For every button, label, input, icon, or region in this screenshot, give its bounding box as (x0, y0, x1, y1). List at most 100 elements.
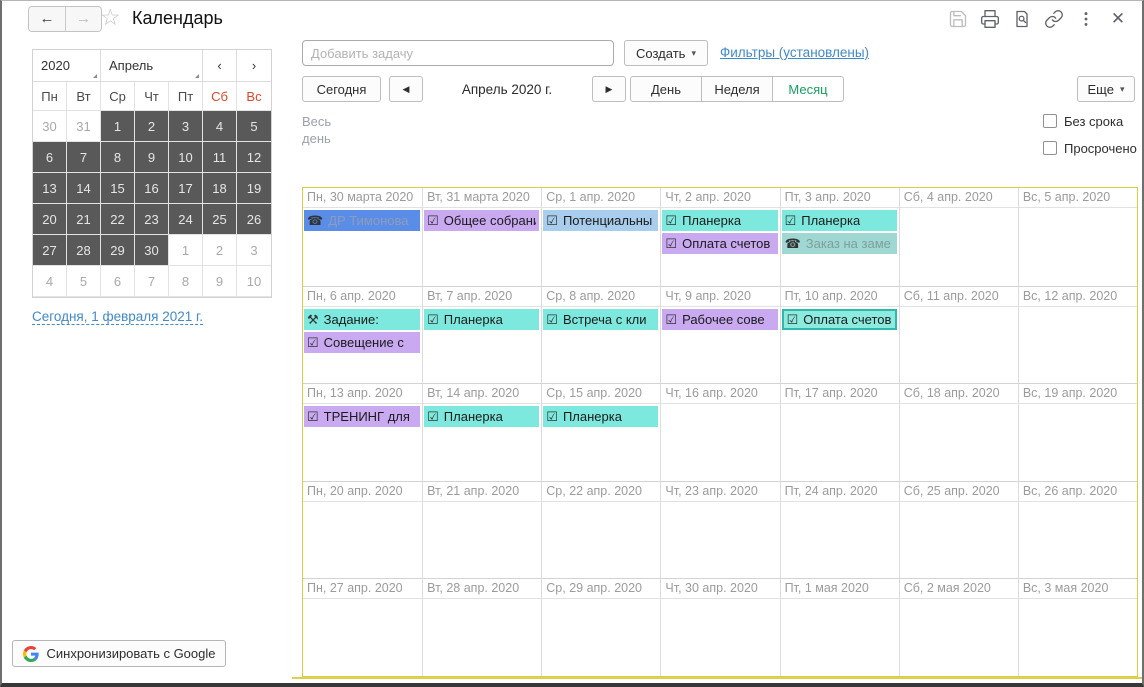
calendar-day-cell[interactable]: Сб, 18 апр. 2020 (899, 383, 1018, 481)
mini-day-cell[interactable]: 7 (135, 266, 169, 297)
event-item[interactable]: ☎ДР Тимонова (304, 210, 420, 231)
event-item[interactable]: ☑Рабочее сове (662, 309, 777, 330)
mini-day-cell[interactable]: 28 (67, 235, 101, 266)
mini-day-cell[interactable]: 10 (169, 142, 203, 173)
prev-period-button[interactable]: ◀ (389, 76, 423, 102)
mini-day-cell[interactable]: 20 (33, 204, 67, 235)
view-day-button[interactable]: День (630, 76, 702, 102)
event-item[interactable]: ☑Планерка (424, 309, 539, 330)
mini-day-cell[interactable]: 17 (169, 173, 203, 204)
calendar-day-cell[interactable]: Пн, 13 апр. 2020☑ТРЕНИНГ для (303, 383, 422, 481)
calendar-day-cell[interactable]: Чт, 9 апр. 2020☑Рабочее сове (660, 286, 779, 384)
forward-button[interactable]: → (65, 7, 101, 31)
calendar-day-cell[interactable]: Вс, 5 апр. 2020 (1018, 188, 1137, 286)
calendar-day-cell[interactable]: Вт, 21 апр. 2020 (422, 481, 541, 579)
event-item[interactable]: ☑Планерка (782, 210, 897, 231)
calendar-day-cell[interactable]: Ср, 22 апр. 2020 (541, 481, 660, 579)
checkbox-overdue[interactable]: Просрочено (1043, 138, 1137, 158)
create-button[interactable]: Создать ▾ (624, 40, 708, 66)
calendar-day-cell[interactable]: Вс, 12 апр. 2020 (1018, 286, 1137, 384)
back-button[interactable]: ← (29, 7, 65, 31)
calendar-day-cell[interactable]: Вс, 26 апр. 2020 (1018, 481, 1137, 579)
mini-day-cell[interactable]: 3 (169, 111, 203, 142)
event-item[interactable]: ☑Совещение с (304, 332, 420, 353)
calendar-day-cell[interactable]: Сб, 25 апр. 2020 (899, 481, 1018, 579)
calendar-day-cell[interactable]: Вс, 19 апр. 2020 (1018, 383, 1137, 481)
calendar-day-cell[interactable]: Пн, 6 апр. 2020⚒Задание:☑Совещение с (303, 286, 422, 384)
save-icon[interactable] (946, 7, 970, 31)
mini-day-cell[interactable]: 16 (135, 173, 169, 204)
event-item[interactable]: ☑Оплата счетов (782, 309, 897, 330)
event-item[interactable]: ☑Встреча с кли (543, 309, 658, 330)
checkbox-icon[interactable] (1043, 141, 1057, 155)
event-item[interactable]: ☎Заказ на заме (782, 233, 897, 254)
calendar-day-cell[interactable]: Сб, 11 апр. 2020 (899, 286, 1018, 384)
mini-day-cell[interactable]: 15 (101, 173, 135, 204)
calendar-day-cell[interactable]: Вт, 7 апр. 2020☑Планерка (422, 286, 541, 384)
event-item[interactable]: ☑Планерка (424, 406, 539, 427)
mini-day-cell[interactable]: 27 (33, 235, 67, 266)
mini-day-cell[interactable]: 3 (237, 235, 271, 266)
calendar-day-cell[interactable]: Сб, 2 мая 2020 (899, 578, 1018, 676)
mini-day-cell[interactable]: 10 (237, 266, 271, 297)
event-item[interactable]: ☑Общее собрание (424, 210, 539, 231)
mini-day-cell[interactable]: 4 (203, 111, 237, 142)
view-month-button[interactable]: Месяц (772, 76, 844, 102)
calendar-day-cell[interactable]: Ср, 8 апр. 2020☑Встреча с кли (541, 286, 660, 384)
mini-day-cell[interactable]: 4 (33, 266, 67, 297)
mini-day-cell[interactable]: 30 (135, 235, 169, 266)
calendar-day-cell[interactable]: Сб, 4 апр. 2020 (899, 188, 1018, 286)
calendar-day-cell[interactable]: Чт, 23 апр. 2020 (660, 481, 779, 579)
calendar-day-cell[interactable]: Пт, 24 апр. 2020 (780, 481, 899, 579)
mini-day-cell[interactable]: 31 (67, 111, 101, 142)
mini-day-cell[interactable]: 23 (135, 204, 169, 235)
mini-day-cell[interactable]: 9 (135, 142, 169, 173)
calendar-day-cell[interactable]: Вт, 14 апр. 2020☑Планерка (422, 383, 541, 481)
calendar-day-cell[interactable]: Пн, 27 апр. 2020 (303, 578, 422, 676)
add-task-input[interactable] (302, 40, 614, 66)
calendar-day-cell[interactable]: Пн, 20 апр. 2020 (303, 481, 422, 579)
mini-day-cell[interactable]: 21 (67, 204, 101, 235)
more-dots-icon[interactable] (1074, 7, 1098, 31)
mini-day-cell[interactable]: 8 (101, 142, 135, 173)
event-item[interactable]: ☑Планерка (543, 406, 658, 427)
calendar-day-cell[interactable]: Пт, 10 апр. 2020☑Оплата счетов (780, 286, 899, 384)
calendar-day-cell[interactable]: Вт, 28 апр. 2020 (422, 578, 541, 676)
mini-day-cell[interactable]: 12 (237, 142, 271, 173)
next-period-button[interactable]: ▶ (592, 76, 626, 102)
calendar-day-cell[interactable]: Ср, 29 апр. 2020 (541, 578, 660, 676)
event-item[interactable]: ☑Оплата счетов (662, 233, 777, 254)
calendar-day-cell[interactable]: Ср, 1 апр. 2020☑Потенциальны (541, 188, 660, 286)
checkbox-no-deadline[interactable]: Без срока (1043, 111, 1137, 131)
calendar-day-cell[interactable]: Пт, 3 апр. 2020☑Планерка☎Заказ на заме (780, 188, 899, 286)
mini-day-cell[interactable]: 14 (67, 173, 101, 204)
mini-day-cell[interactable]: 19 (237, 173, 271, 204)
mini-day-cell[interactable]: 8 (169, 266, 203, 297)
today-date-link[interactable]: Сегодня, 1 февраля 2021 г. (32, 309, 203, 325)
preview-icon[interactable] (1010, 7, 1034, 31)
calendar-day-cell[interactable]: Вт, 31 марта 2020☑Общее собрание (422, 188, 541, 286)
mini-day-cell[interactable]: 1 (101, 111, 135, 142)
month-select[interactable]: Апрель (101, 50, 203, 82)
mini-day-cell[interactable]: 18 (203, 173, 237, 204)
view-week-button[interactable]: Неделя (701, 76, 773, 102)
calendar-day-cell[interactable]: Вс, 3 мая 2020 (1018, 578, 1137, 676)
calendar-day-cell[interactable]: Ср, 15 апр. 2020☑Планерка (541, 383, 660, 481)
mini-day-cell[interactable]: 2 (203, 235, 237, 266)
mini-day-cell[interactable]: 26 (237, 204, 271, 235)
mini-day-cell[interactable]: 5 (237, 111, 271, 142)
event-item[interactable]: ☑ТРЕНИНГ для (304, 406, 420, 427)
mini-next-month-button[interactable]: › (237, 50, 271, 82)
year-select[interactable]: 2020 (33, 50, 101, 82)
mini-day-cell[interactable]: 1 (169, 235, 203, 266)
mini-day-cell[interactable]: 13 (33, 173, 67, 204)
mini-day-cell[interactable]: 6 (101, 266, 135, 297)
calendar-day-cell[interactable]: Пн, 30 марта 2020☎ДР Тимонова (303, 188, 422, 286)
mini-day-cell[interactable]: 30 (33, 111, 67, 142)
print-icon[interactable] (978, 7, 1002, 31)
mini-day-cell[interactable]: 5 (67, 266, 101, 297)
calendar-day-cell[interactable]: Пт, 1 мая 2020 (780, 578, 899, 676)
mini-day-cell[interactable]: 6 (33, 142, 67, 173)
close-icon[interactable]: ✕ (1106, 7, 1130, 31)
calendar-day-cell[interactable]: Пт, 17 апр. 2020 (780, 383, 899, 481)
